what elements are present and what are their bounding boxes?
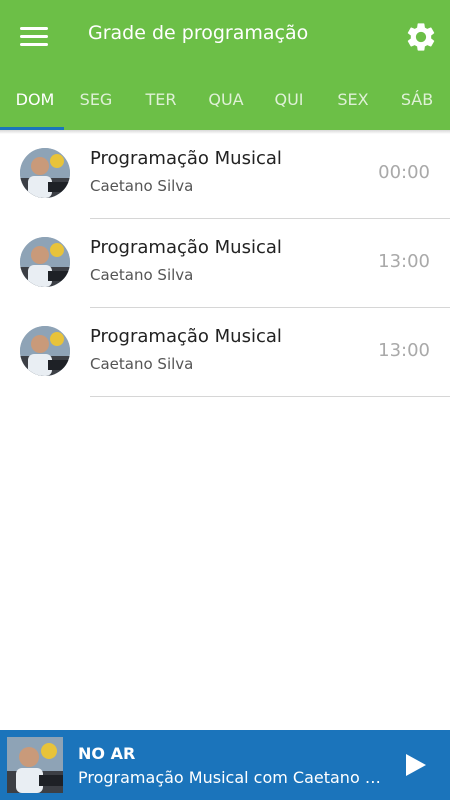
play-icon[interactable] xyxy=(402,752,428,778)
host-photo-image xyxy=(20,326,70,376)
schedule-item[interactable]: Programação Musical Caetano Silva 00:00 xyxy=(0,130,450,219)
menu-line xyxy=(20,27,48,30)
host-avatar xyxy=(20,237,70,287)
schedule-item[interactable]: Programação Musical Caetano Silva 13:00 xyxy=(0,308,450,397)
tab-seg[interactable]: SEG xyxy=(62,72,130,130)
tab-sex[interactable]: SEX xyxy=(319,72,387,130)
host-photo-image xyxy=(7,737,63,793)
now-playing-bar[interactable]: NO AR Programação Musical com Caetano Si… xyxy=(0,730,450,800)
hamburger-menu-icon[interactable] xyxy=(20,24,50,48)
tab-qua[interactable]: QUA xyxy=(192,72,260,130)
schedule-item[interactable]: Programação Musical Caetano Silva 13:00 xyxy=(0,219,450,308)
now-playing-text: Programação Musical com Caetano Silva xyxy=(78,768,383,787)
page-title: Grade de programação xyxy=(88,22,309,44)
program-host: Caetano Silva xyxy=(90,266,194,284)
program-host: Caetano Silva xyxy=(90,177,194,195)
tab-qui[interactable]: QUI xyxy=(255,72,323,130)
gear-icon[interactable] xyxy=(404,20,438,54)
program-time: 00:00 xyxy=(378,162,430,183)
program-title: Programação Musical xyxy=(90,148,282,169)
tab-ter[interactable]: TER xyxy=(127,72,195,130)
now-playing-thumbnail xyxy=(7,737,63,793)
host-avatar xyxy=(20,326,70,376)
day-tabs: DOM SEG TER QUA QUI SEX SÁB xyxy=(0,72,450,130)
program-title: Programação Musical xyxy=(90,237,282,258)
row-divider xyxy=(90,396,450,397)
menu-line xyxy=(20,43,48,46)
tab-sab[interactable]: SÁB xyxy=(384,72,450,130)
program-time: 13:00 xyxy=(378,340,430,361)
tab-dom[interactable]: DOM xyxy=(0,72,70,130)
on-air-label: NO AR xyxy=(78,744,136,763)
host-avatar xyxy=(20,148,70,198)
play-icon-glyph xyxy=(406,754,426,776)
program-host: Caetano Silva xyxy=(90,355,194,373)
host-photo-image xyxy=(20,237,70,287)
host-photo-image xyxy=(20,148,70,198)
gear-icon-glyph xyxy=(407,23,435,51)
menu-line xyxy=(20,35,48,38)
program-time: 13:00 xyxy=(378,251,430,272)
program-title: Programação Musical xyxy=(90,326,282,347)
